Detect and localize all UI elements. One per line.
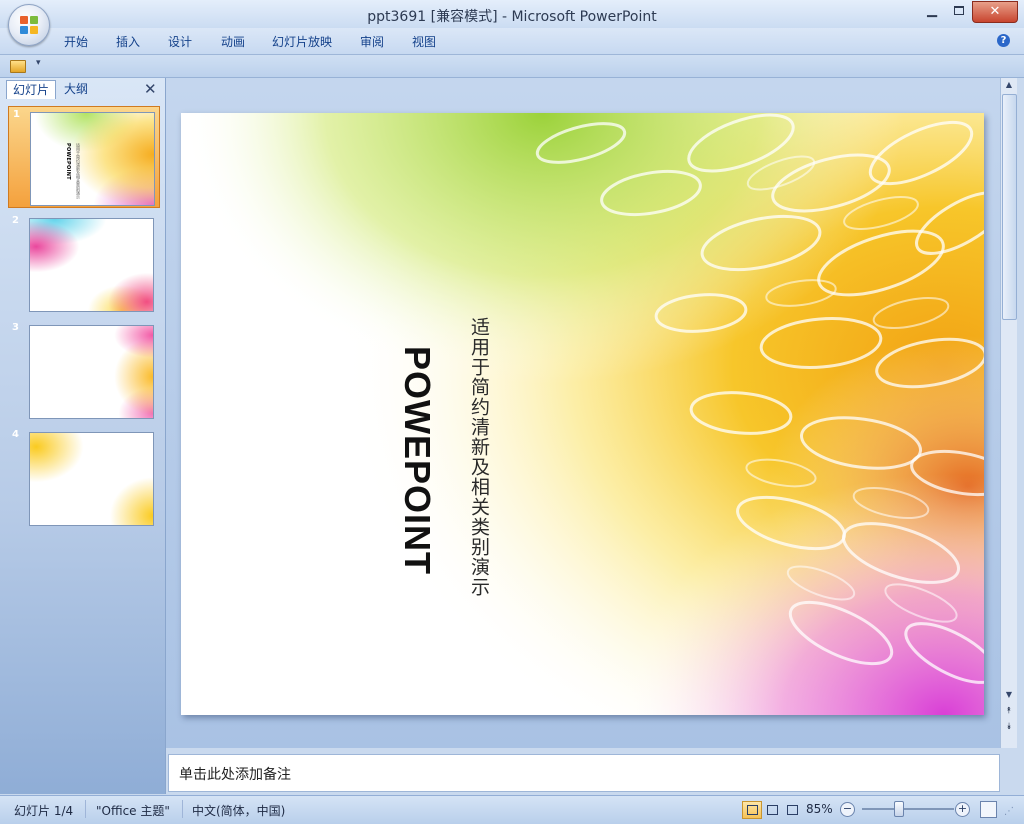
slide-thumbnail-image	[29, 325, 154, 419]
status-separator	[85, 800, 86, 818]
maximize-button[interactable]	[946, 1, 972, 21]
scroll-up-icon[interactable]: ▲	[1001, 80, 1017, 92]
qat-dropdown-icon[interactable]: ▾	[36, 58, 41, 68]
slideshow-icon	[787, 805, 798, 815]
quick-access-toolbar: ▾	[0, 55, 1024, 78]
zoom-out-icon[interactable]: −	[840, 802, 855, 817]
tab-animations[interactable]: 动画	[221, 33, 245, 50]
status-bar: 幻灯片 1/4 "Office 主题" 中文(简体，中国) 85% − + ⋰	[0, 795, 1024, 824]
slide-thumbnail-image: POWEPOINT 适用于简约清新及相关类别演示	[30, 112, 155, 206]
slide-number: 2	[12, 215, 19, 226]
zoom-level[interactable]: 85%	[806, 802, 833, 816]
thumb-title: POWEPOINT	[65, 143, 71, 180]
slide-thumbnail-1[interactable]: 1 POWEPOINT 适用于简约清新及相关类别演示	[8, 106, 160, 208]
tab-design[interactable]: 设计	[168, 33, 192, 50]
tab-outline[interactable]: 大纲	[58, 80, 94, 98]
slide-subtitle[interactable]: 适用于简约清新及相关类别演示	[466, 317, 493, 597]
close-button[interactable]: ✕	[972, 1, 1018, 23]
slide-counter: 幻灯片 1/4	[14, 804, 74, 818]
tab-slides[interactable]: 幻灯片	[6, 80, 57, 99]
office-logo-icon	[20, 16, 38, 34]
slide-thumbnail-3[interactable]: 3	[8, 320, 158, 420]
panel-tabs: 幻灯片 大纲 ✕	[0, 78, 165, 100]
minimize-button[interactable]: ▁	[918, 1, 946, 21]
slide-number: 1	[13, 109, 20, 120]
slide-background-art	[181, 113, 984, 715]
slide-thumbnail-4[interactable]: 4	[8, 427, 158, 527]
title-bar: ppt3691 [兼容模式] - Microsoft PowerPoint ▁ …	[0, 0, 1024, 28]
slide-number: 4	[12, 429, 19, 440]
normal-view-button[interactable]	[742, 801, 762, 819]
slide-thumbnail-2[interactable]: 2	[8, 213, 158, 313]
window-title: ppt3691 [兼容模式] - Microsoft PowerPoint	[367, 9, 657, 25]
status-separator	[182, 800, 183, 818]
slide-sorter-view-button[interactable]	[762, 801, 782, 819]
help-icon[interactable]: ?	[997, 34, 1010, 47]
previous-slide-icon[interactable]: ⯭	[1001, 706, 1017, 720]
tab-slideshow[interactable]: 幻灯片放映	[272, 33, 332, 50]
slide-thumbnail-image	[29, 218, 154, 312]
panel-close-icon[interactable]: ✕	[144, 80, 157, 98]
notes-placeholder: 单击此处添加备注	[179, 767, 291, 783]
office-button[interactable]	[8, 4, 50, 46]
scroll-thumb[interactable]	[1002, 94, 1017, 320]
slide-number: 3	[12, 322, 19, 333]
slide-thumbnail-image	[29, 432, 154, 526]
tab-view[interactable]: 视图	[412, 33, 436, 50]
vertical-scrollbar[interactable]: ▲ ▼ ⯭ ⯯	[1000, 78, 1017, 748]
theme-name: "Office 主题"	[96, 804, 170, 818]
language-status[interactable]: 中文(简体，中国)	[192, 802, 285, 819]
tab-home[interactable]: 开始	[64, 33, 88, 50]
zoom-slider-thumb[interactable]	[894, 801, 904, 817]
open-folder-icon[interactable]	[10, 60, 26, 73]
slideshow-view-button[interactable]	[782, 801, 802, 819]
resize-grip-icon[interactable]: ⋰	[1004, 806, 1014, 817]
tab-insert[interactable]: 插入	[116, 33, 140, 50]
thumb-subtitle: 适用于简约清新及相关类别演示	[76, 143, 81, 199]
tab-review[interactable]: 审阅	[360, 33, 384, 50]
slides-panel: 幻灯片 大纲 ✕ 1 POWEPOINT 适用于简约清新及相关类别演示 2 3 …	[0, 78, 166, 794]
scroll-down-icon[interactable]: ▼	[1001, 690, 1017, 702]
fit-to-window-icon[interactable]	[980, 801, 997, 818]
notes-pane[interactable]: 单击此处添加备注	[168, 754, 1000, 792]
normal-view-icon	[747, 805, 758, 815]
slide-title[interactable]: POWEPOINT	[396, 346, 438, 575]
zoom-slider-track[interactable]	[862, 808, 954, 810]
slide-sorter-icon	[767, 805, 778, 815]
maximize-icon	[954, 6, 964, 15]
zoom-in-icon[interactable]: +	[955, 802, 970, 817]
current-slide[interactable]: POWEPOINT 适用于简约清新及相关类别演示	[181, 113, 984, 715]
ribbon-tab-bar: 开始 插入 设计 动画 幻灯片放映 审阅 视图 ?	[0, 28, 1024, 55]
next-slide-icon[interactable]: ⯯	[1001, 722, 1017, 736]
